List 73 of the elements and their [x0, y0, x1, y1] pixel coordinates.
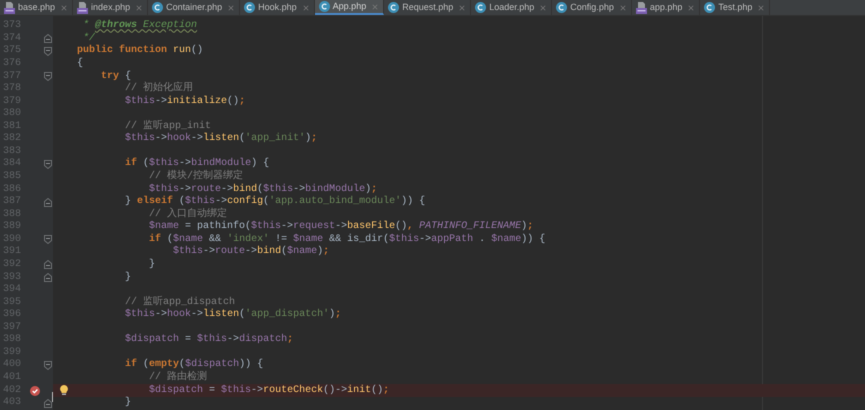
tab-label: Container.php: [166, 3, 222, 12]
php-file-icon: [4, 2, 15, 14]
editor-tab[interactable]: Config.php: [552, 0, 632, 15]
editor-tab[interactable]: App.php: [314, 0, 384, 15]
code-line: */: [83, 34, 96, 44]
tab-label: Test.php: [718, 3, 752, 12]
code-line: } elseif ($this->config('app.auto_bind_module')) {: [125, 197, 426, 208]
code-line: }: [125, 398, 132, 408]
code-line: try {: [101, 72, 132, 82]
code-line: if ($name && 'index' != $name && is_dir($this->appPath . $name)) {: [149, 234, 546, 245]
fold-marker-icon[interactable]: [44, 72, 52, 82]
editor-tab[interactable]: base.php: [0, 0, 74, 15]
code-line: // 入口自动绑定: [149, 210, 228, 220]
class-icon: [244, 2, 256, 13]
close-icon[interactable]: [302, 4, 310, 12]
editor-tab[interactable]: Request.php: [384, 0, 472, 15]
close-icon[interactable]: [687, 4, 696, 12]
close-icon[interactable]: [458, 4, 466, 12]
class-icon: [152, 2, 164, 13]
close-icon[interactable]: [60, 4, 68, 12]
tab-label: Request.php: [402, 3, 454, 12]
code-line: // 监听app_dispatch: [125, 298, 236, 308]
php-file-icon: [636, 2, 647, 14]
code-line: * @throws Exception: [83, 21, 198, 32]
fold-marker-icon[interactable]: [44, 360, 52, 370]
close-icon[interactable]: [227, 4, 236, 12]
code-line: // 路由检测: [149, 373, 208, 384]
tab-label: index.php: [91, 3, 130, 12]
code-line: $this->route->bind($this->bindModule);: [149, 184, 378, 195]
tab-label: Hook.php: [258, 3, 297, 12]
text-cursor: [52, 392, 53, 402]
code-line: $dispatch = $this->dispatch;: [125, 335, 294, 346]
code-line: $this->route->bind($name);: [173, 247, 330, 258]
close-icon[interactable]: [618, 4, 627, 12]
breakpoint-icon[interactable]: [30, 386, 40, 396]
code-line: if ($this->bindModule) {: [125, 159, 270, 170]
code-line: {: [77, 58, 84, 69]
tab-label: base.php: [18, 3, 56, 12]
code-line: if (empty($dispatch)) {: [125, 360, 264, 370]
class-icon: [704, 2, 716, 13]
editor-tab[interactable]: Container.php: [148, 0, 240, 15]
editor-tab[interactable]: Loader.php: [471, 0, 552, 15]
code-line: $this->initialize();: [125, 96, 246, 107]
editor-tab[interactable]: Hook.php: [240, 0, 315, 15]
fold-marker-icon[interactable]: [44, 235, 52, 244]
code-line: public function run(): [77, 46, 204, 56]
fold-marker-icon[interactable]: [44, 160, 52, 169]
class-icon: [388, 2, 400, 13]
close-icon[interactable]: [539, 4, 548, 12]
code-line: $this->hook->listen('app_dispatch');: [125, 310, 342, 320]
tab-label: App.php: [332, 2, 366, 11]
code-line: }: [125, 272, 132, 283]
editor-tab[interactable]: Test.php: [700, 0, 770, 15]
code-line: $name = pathinfo($this->request->baseFile(), PATHINFO_FILENAME);: [149, 222, 534, 232]
class-icon: [556, 2, 568, 13]
code-line: }: [149, 260, 156, 270]
php-file-icon: [77, 2, 88, 14]
editor-tab[interactable]: index.php: [73, 0, 148, 15]
close-icon[interactable]: [135, 4, 144, 12]
class-icon: [318, 1, 330, 12]
tab-label: app.php: [650, 3, 682, 12]
editor-tab[interactable]: app.php: [632, 0, 700, 15]
lightbulb-icon[interactable]: [60, 385, 68, 396]
fold-marker-icon[interactable]: [44, 46, 52, 56]
code-line: // 监听app_init: [125, 122, 212, 132]
tab-label: Loader.php: [489, 3, 534, 12]
code-line: // 初始化应用: [125, 84, 194, 94]
code-line: $dispatch = $this->routeCheck()->init();: [149, 386, 390, 396]
class-icon: [475, 2, 486, 13]
close-icon[interactable]: [757, 4, 766, 12]
tab-label: Config.php: [570, 3, 614, 12]
code-line: $this->hook->listen('app_init');: [125, 134, 318, 144]
code-line: // 模块/控制器绑定: [149, 172, 244, 182]
